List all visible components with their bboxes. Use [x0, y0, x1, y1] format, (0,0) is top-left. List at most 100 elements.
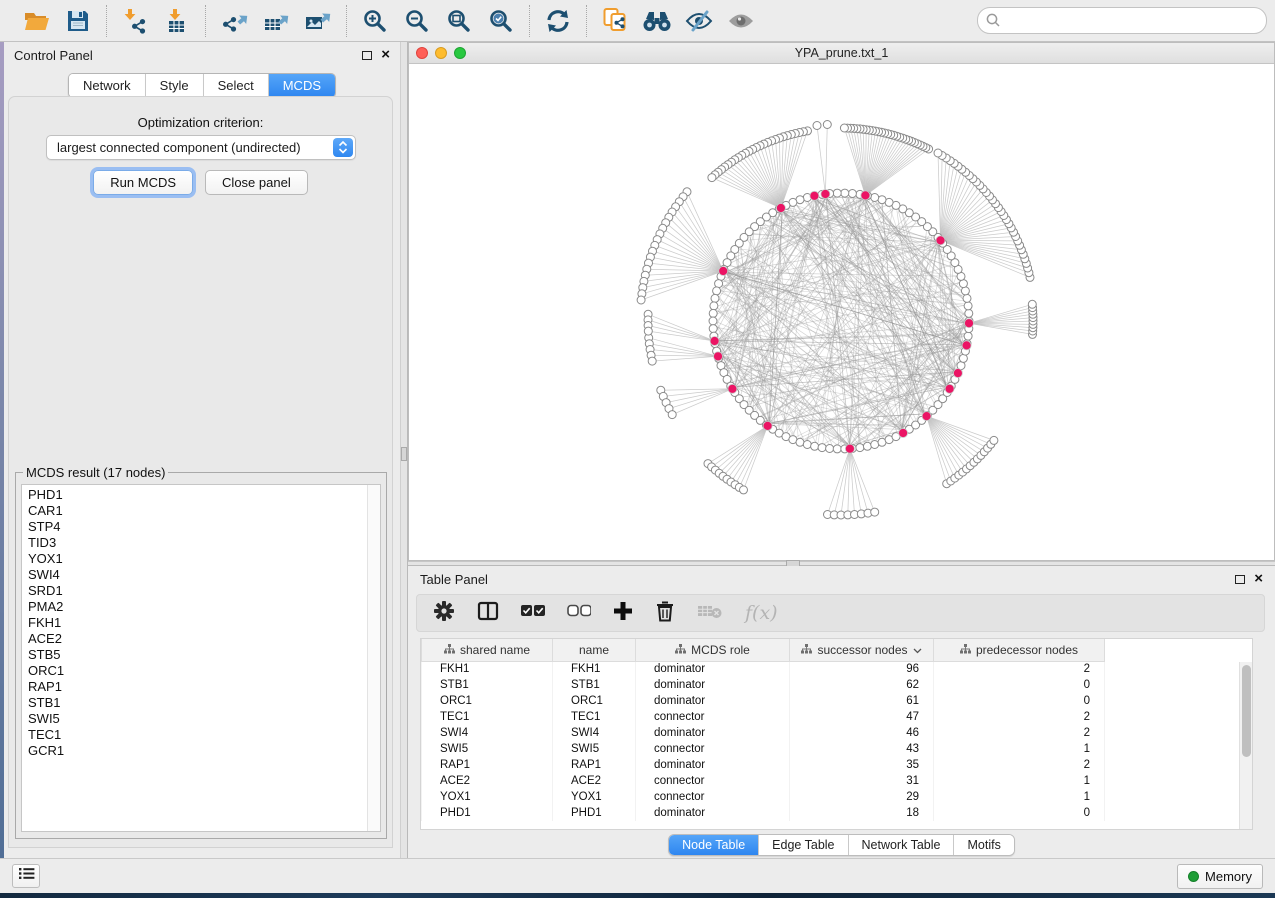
result-list-item[interactable]: ACE2 [28, 631, 380, 647]
zoom-fit-button[interactable] [441, 5, 477, 37]
vertical-split-divider[interactable] [400, 42, 408, 858]
tab-mcds[interactable]: MCDS [268, 74, 335, 97]
settings-button[interactable] [433, 600, 455, 627]
result-list-item[interactable]: STB1 [28, 695, 380, 711]
zoom-fit-icon [446, 8, 472, 34]
table-row[interactable]: ACE2ACE2connector311 [422, 773, 1105, 789]
column-header-shared-name[interactable]: shared name [422, 639, 553, 661]
table-cell: 96 [790, 661, 934, 677]
zoom-in-button[interactable] [357, 5, 393, 37]
table-cell: 18 [790, 805, 934, 821]
optimization-select[interactable]: largest connected component (undirected) [46, 135, 356, 160]
search-input[interactable] [977, 7, 1267, 34]
table-row[interactable]: TEC1TEC1connector472 [422, 709, 1105, 725]
zoom-selected-button[interactable] [483, 5, 519, 37]
result-list-item[interactable]: FKH1 [28, 615, 380, 631]
table-row[interactable]: YOX1YOX1connector291 [422, 789, 1105, 805]
tab-edge-table[interactable]: Edge Table [758, 835, 847, 855]
result-list-item[interactable]: SWI5 [28, 711, 380, 727]
table-row[interactable]: SWI4SWI4dominator462 [422, 725, 1105, 741]
search-network-icon [642, 9, 672, 33]
result-list-item[interactable]: TID3 [28, 535, 380, 551]
run-mcds-button[interactable]: Run MCDS [93, 170, 193, 195]
export-table-button[interactable] [258, 5, 294, 37]
table-cell: 43 [790, 741, 934, 757]
table-row[interactable]: RAP1RAP1dominator352 [422, 757, 1105, 773]
table-cell: 31 [790, 773, 934, 789]
network-canvas[interactable] [409, 64, 1274, 560]
result-scrollbar[interactable] [367, 485, 380, 831]
show-eye-button[interactable] [723, 5, 759, 37]
column-header-MCDS-role[interactable]: MCDS role [636, 639, 790, 661]
float-panel-icon[interactable] [1235, 575, 1245, 584]
table-cell: 2 [934, 709, 1105, 725]
result-list-item[interactable]: SRD1 [28, 583, 380, 599]
network-window-titlebar[interactable]: YPA_prune.txt_1 [409, 43, 1274, 64]
save-button[interactable] [60, 5, 96, 37]
close-panel-icon[interactable]: × [1254, 574, 1263, 584]
column-label: MCDS role [691, 643, 750, 657]
tab-node-table[interactable]: Node Table [669, 835, 758, 855]
refresh-button[interactable] [540, 5, 576, 37]
deselect-all-button[interactable] [567, 604, 591, 622]
table-row[interactable]: ORC1ORC1dominator610 [422, 693, 1105, 709]
table-row[interactable]: PHD1PHD1dominator180 [422, 805, 1105, 821]
zoom-out-button[interactable] [399, 5, 435, 37]
table-cell: SWI4 [553, 725, 636, 741]
result-list-item[interactable]: SWI4 [28, 567, 380, 583]
column-header-name[interactable]: name [553, 639, 636, 661]
add-button[interactable] [613, 601, 633, 626]
open-button[interactable] [18, 5, 54, 37]
export-image-button[interactable] [300, 5, 336, 37]
mcds-result-list[interactable]: PHD1CAR1STP4TID3YOX1SWI4SRD1PMA2FKH1ACE2… [21, 484, 381, 832]
result-list-item[interactable]: STP4 [28, 519, 380, 535]
close-panel-button[interactable]: Close panel [205, 170, 308, 195]
table-row[interactable]: FKH1FKH1dominator962 [422, 661, 1105, 677]
tab-network[interactable]: Network [69, 74, 145, 97]
column-header-predecessor-nodes[interactable]: predecessor nodes [934, 639, 1105, 661]
column-header-successor-nodes[interactable]: successor nodes [790, 639, 934, 661]
import-table-button[interactable] [159, 5, 195, 37]
search-network-button[interactable] [639, 5, 675, 37]
result-list-item[interactable]: YOX1 [28, 551, 380, 567]
table-cell: YOX1 [553, 789, 636, 805]
table-cell: 1 [934, 741, 1105, 757]
float-panel-icon[interactable] [362, 51, 372, 60]
tab-style[interactable]: Style [145, 74, 203, 97]
result-list-item[interactable]: GCR1 [28, 743, 380, 759]
memory-button[interactable]: Memory [1177, 864, 1263, 889]
result-list-item[interactable]: RAP1 [28, 679, 380, 695]
columns-button[interactable] [477, 601, 499, 626]
result-list-item[interactable]: STB5 [28, 647, 380, 663]
import-network-button[interactable] [117, 5, 153, 37]
tab-network-table[interactable]: Network Table [848, 835, 954, 855]
scrollbar-thumb[interactable] [1242, 665, 1251, 757]
result-list-item[interactable]: ORC1 [28, 663, 380, 679]
result-list-item[interactable]: PHD1 [28, 487, 380, 503]
network-window-title: YPA_prune.txt_1 [409, 46, 1274, 60]
table-scrollbar[interactable] [1239, 662, 1252, 830]
delete-button[interactable] [655, 600, 675, 627]
tab-motifs[interactable]: Motifs [953, 835, 1013, 855]
table-cell: FKH1 [553, 661, 636, 677]
table-cell: 46 [790, 725, 934, 741]
export-network-button[interactable] [216, 5, 252, 37]
table-cell: YOX1 [422, 789, 553, 805]
table-row[interactable]: STB1STB1dominator620 [422, 677, 1105, 693]
task-history-button[interactable] [12, 864, 40, 888]
tab-select[interactable]: Select [203, 74, 268, 97]
result-list-item[interactable]: PMA2 [28, 599, 380, 615]
result-list-item[interactable]: CAR1 [28, 503, 380, 519]
select-all-button[interactable] [521, 604, 545, 622]
hide-eye-button[interactable] [681, 5, 717, 37]
result-list-item[interactable]: TEC1 [28, 727, 380, 743]
table-cell: dominator [636, 677, 790, 693]
close-panel-icon[interactable]: × [381, 50, 390, 60]
table-cell: 0 [934, 693, 1105, 709]
table-cell: 61 [790, 693, 934, 709]
table-row[interactable]: SWI5SWI5connector431 [422, 741, 1105, 757]
node-table[interactable]: shared namename MCDS role successor nodesp… [420, 638, 1253, 830]
copy-network-button[interactable] [597, 5, 633, 37]
export-network-icon [221, 8, 248, 34]
divider-handle[interactable] [401, 447, 407, 461]
